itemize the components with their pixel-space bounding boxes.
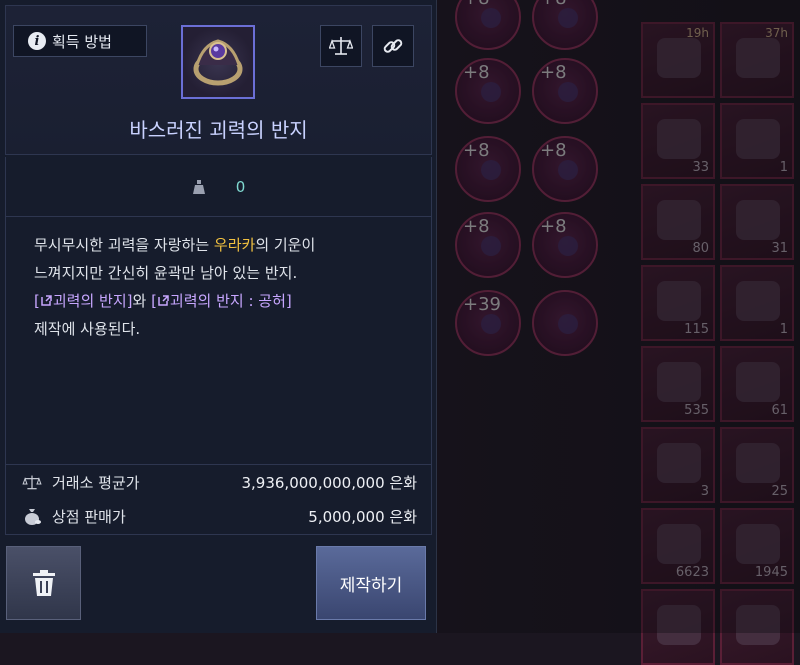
share-link-button[interactable]	[372, 25, 414, 67]
trash-icon	[32, 570, 55, 596]
item-description: 무시무시한 괴력을 자랑하는 우라카의 기운이 느껴지지만 간신히 윤곽만 남아…	[5, 217, 432, 465]
description-line: [괴력의 반지]와 [괴력의 반지 : 공허]	[34, 287, 403, 315]
owned-count-row: 0	[5, 157, 432, 217]
item-link-ring-void[interactable]: [괴력의 반지 : 공허]	[151, 292, 292, 310]
ring-icon	[193, 39, 243, 86]
link-text: 괴력의 반지 : 공허]	[169, 292, 292, 310]
link-text: 괴력의 반지]	[52, 292, 133, 310]
link-icon	[383, 39, 403, 53]
description-line: 무시무시한 괴력을 자랑하는 우라카의 기운이	[34, 231, 403, 259]
item-icon	[181, 25, 255, 99]
money-bag-icon	[25, 509, 41, 525]
shop-price-label: 상점 판매가	[52, 507, 126, 526]
item-link-ring[interactable]: [괴력의 반지]	[34, 292, 132, 310]
description-text: 의 기운이	[255, 236, 316, 254]
scale-icon	[22, 475, 42, 489]
market-price-button[interactable]	[320, 25, 362, 67]
description-line: 제작에 사용된다.	[34, 320, 141, 338]
shop-price-value: 5,000,000 은화	[308, 507, 417, 526]
owned-count: 0	[235, 177, 246, 196]
craft-button[interactable]: 제작하기	[316, 546, 426, 620]
market-price-value: 3,936,000,000,000 은화	[241, 473, 417, 492]
market-price-label: 거래소 평균가	[52, 473, 140, 492]
acquire-method-label: 획득 방법	[52, 32, 112, 51]
description-text: 와	[132, 292, 152, 310]
scale-icon	[329, 37, 353, 55]
item-tooltip-panel: i 획득 방법 바스러진 괴력의 반지 0 무시무시한 괴력을 자랑하는 우라카…	[0, 0, 437, 633]
delete-button[interactable]	[6, 546, 81, 620]
highlight-text: 우라카	[213, 236, 256, 254]
acquire-method-button[interactable]: i 획득 방법	[13, 25, 147, 57]
item-name: 바스러진 괴력의 반지	[129, 118, 308, 142]
external-link-icon	[41, 295, 52, 306]
price-section: 거래소 평균가 3,936,000,000,000 은화 상점 판매가 5,00…	[5, 465, 432, 535]
description-text: 무시무시한 괴력을 자랑하는	[34, 236, 214, 254]
info-icon: i	[28, 32, 46, 50]
weight-icon	[192, 179, 205, 194]
inventory-dim-overlay	[437, 0, 800, 633]
external-link-icon	[158, 295, 169, 306]
shop-price-row: 상점 판매가 5,000,000 은화	[22, 503, 417, 529]
description-line: 느껴지지만 간신히 윤곽만 남아 있는 반지.	[34, 264, 298, 282]
market-price-row: 거래소 평균가 3,936,000,000,000 은화	[22, 469, 417, 495]
